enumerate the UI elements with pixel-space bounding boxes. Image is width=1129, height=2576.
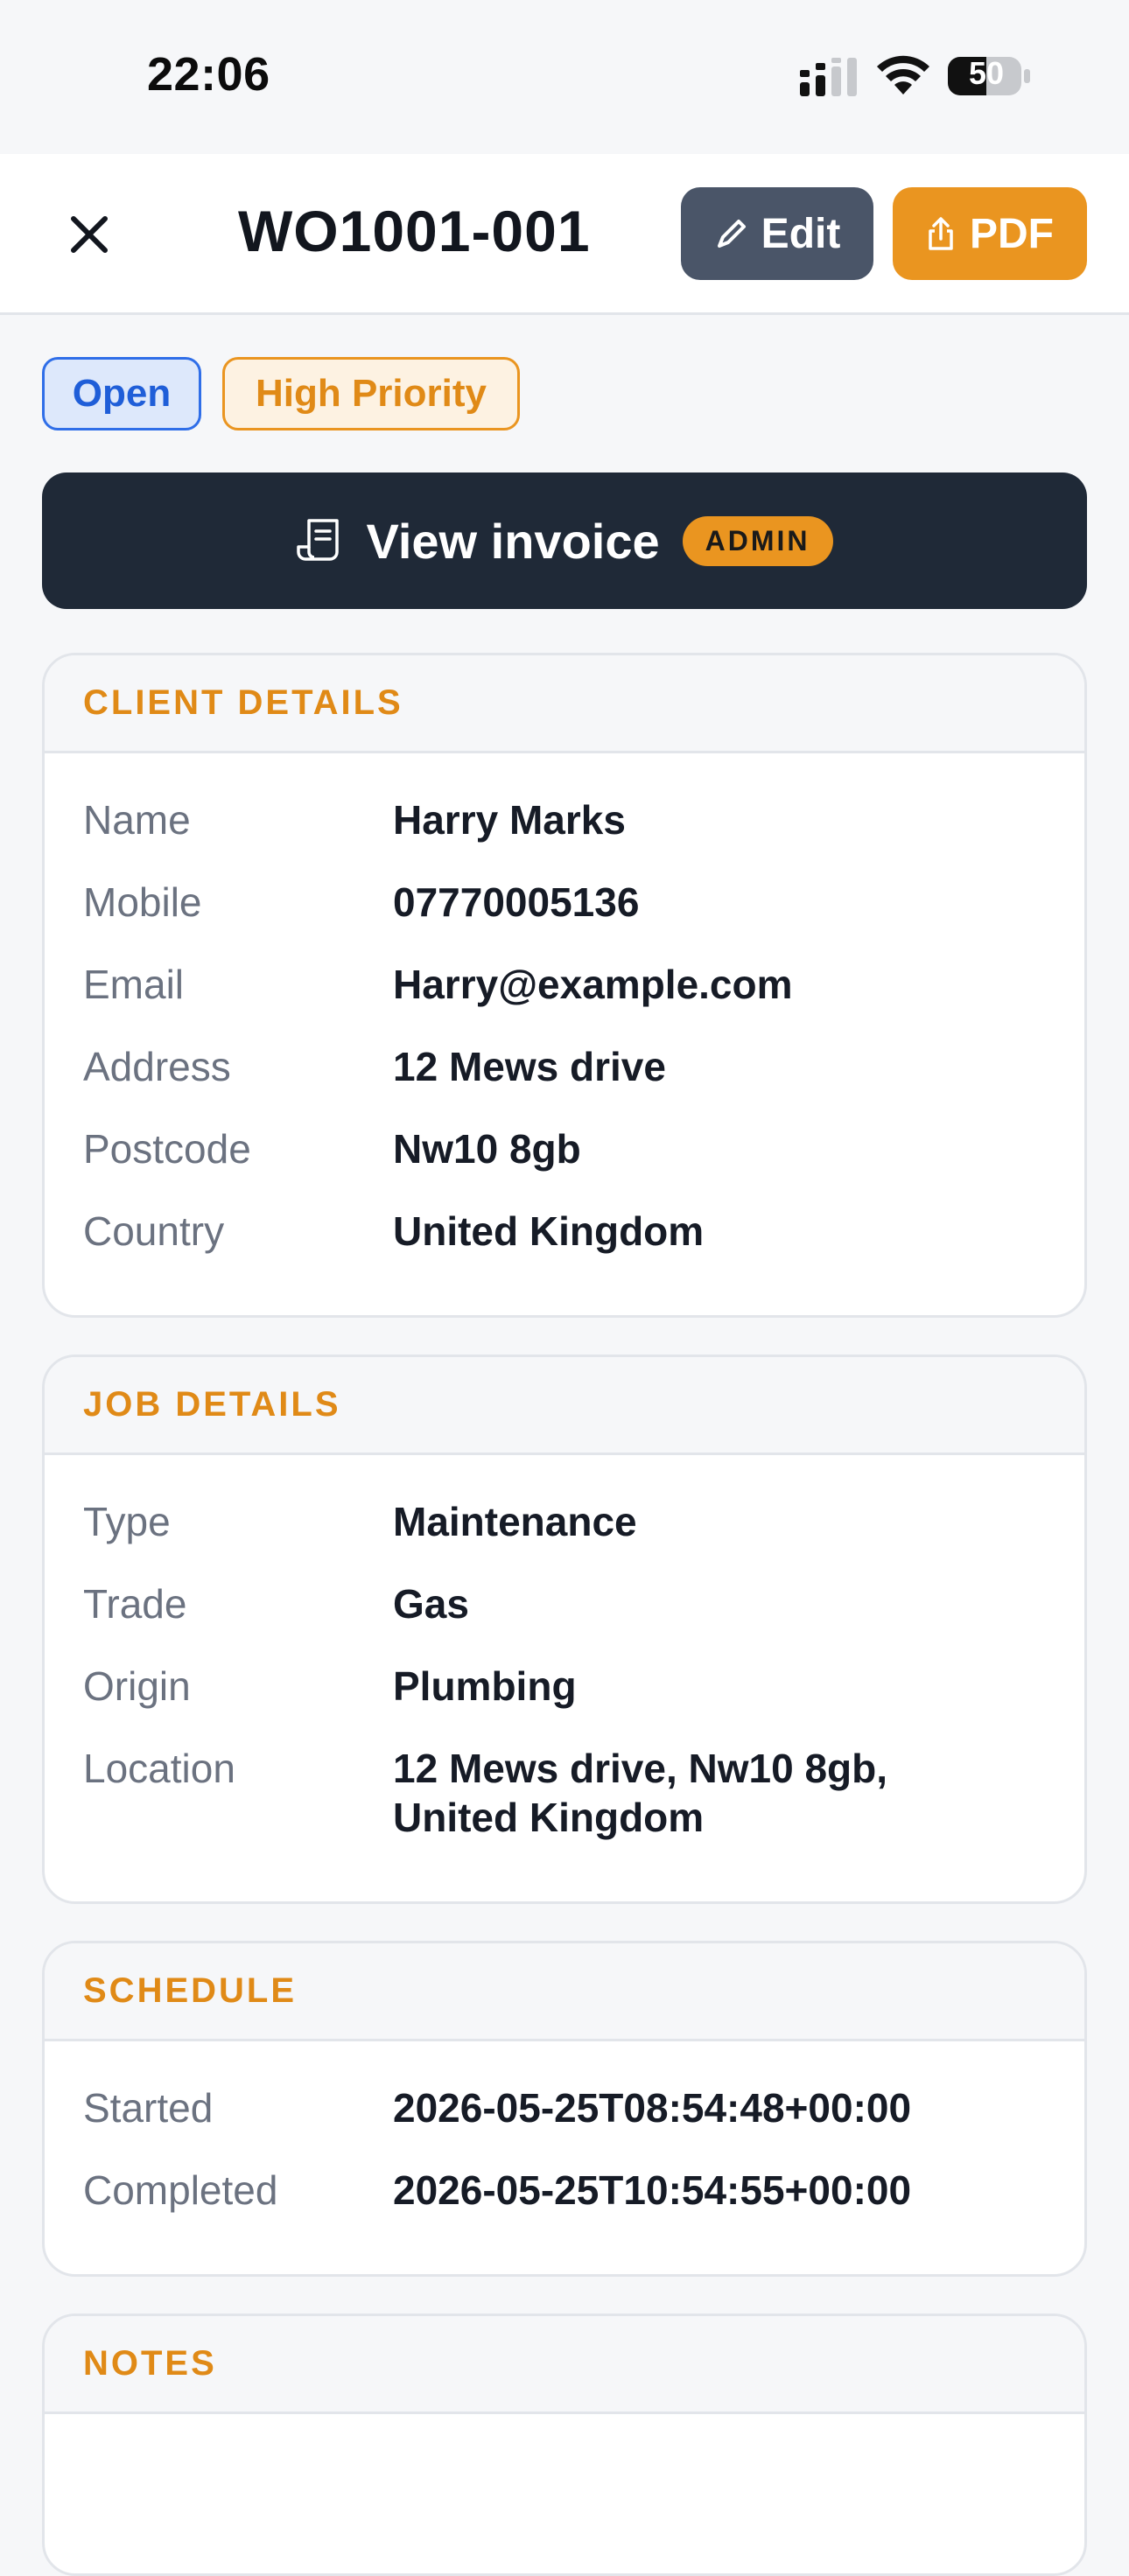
edit-button[interactable]: Edit	[681, 187, 873, 280]
receipt-icon	[296, 519, 339, 561]
battery-level: 50	[968, 55, 1005, 91]
schedule-card: SCHEDULE Started 2026-05-25T08:54:48+00:…	[42, 1941, 1087, 2277]
notes-card: NOTES	[42, 2314, 1087, 2576]
row-value: 2026-05-25T08:54:48+00:00	[393, 2085, 912, 2131]
row-key: Started	[83, 2085, 214, 2131]
row-value: Harry Marks	[393, 797, 626, 843]
client-row-mobile: Mobile 07770005136	[83, 878, 1046, 927]
row-value: 07770005136	[393, 879, 640, 925]
row-key: Mobile	[83, 879, 202, 925]
row-value: 2026-05-25T10:54:55+00:00	[393, 2167, 912, 2213]
row-key: Origin	[83, 1663, 191, 1709]
pdf-button-label: PDF	[970, 210, 1054, 257]
page-title: WO1001-001	[238, 199, 591, 263]
priority-badge: High Priority	[222, 357, 520, 430]
status-bar: 22:06 50	[0, 0, 1129, 154]
row-key: Trade	[83, 1581, 187, 1627]
client-details-card: CLIENT DETAILS Name Harry Marks Mobile 0…	[42, 653, 1087, 1318]
client-row-postcode: Postcode Nw10 8gb	[83, 1124, 1046, 1173]
edit-button-label: Edit	[761, 210, 841, 257]
location-line-2: United Kingdom	[393, 1795, 705, 1840]
job-details-card: JOB DETAILS Type Maintenance Trade Gas O…	[42, 1354, 1087, 1904]
row-value: Nw10 8gb	[393, 1126, 581, 1172]
wifi-icon	[877, 55, 929, 94]
schedule-row-started: Started 2026-05-25T08:54:48+00:00	[83, 2083, 1046, 2132]
client-row-name: Name Harry Marks	[83, 795, 1046, 844]
row-value: Gas	[393, 1581, 469, 1627]
location-line-1: 12 Mews drive, Nw10 8gb,	[393, 1746, 888, 1791]
pdf-button[interactable]: PDF	[893, 187, 1087, 280]
notes-title: NOTES	[83, 2344, 217, 2383]
client-row-country: Country United Kingdom	[83, 1207, 1046, 1256]
row-value: 12 Mews drive	[393, 1044, 666, 1089]
job-row-trade: Trade Gas	[83, 1579, 1046, 1628]
status-time: 22:06	[147, 48, 270, 101]
job-details-title: JOB DETAILS	[83, 1385, 341, 1424]
schedule-row-completed: Completed 2026-05-25T10:54:55+00:00	[83, 2166, 1046, 2215]
view-invoice-button[interactable]: View invoice ADMIN	[42, 472, 1087, 609]
header: WO1001-001 Edit PDF	[0, 154, 1129, 315]
row-key: Location	[83, 1746, 235, 1791]
schedule-header: SCHEDULE	[45, 1943, 1084, 2041]
notes-header: NOTES	[45, 2316, 1084, 2414]
job-details-header: JOB DETAILS	[45, 1357, 1084, 1455]
client-row-address: Address 12 Mews drive	[83, 1042, 1046, 1091]
schedule-title: SCHEDULE	[83, 1971, 298, 2010]
row-key: Email	[83, 962, 185, 1007]
status-badge: Open	[42, 357, 201, 430]
job-row-location: Location 12 Mews drive, Nw10 8gb, United…	[83, 1744, 1046, 1842]
client-details-header: CLIENT DETAILS	[45, 655, 1084, 753]
row-value: United Kingdom	[393, 1208, 705, 1254]
cellular-signal-icon	[800, 58, 857, 96]
job-row-type: Type Maintenance	[83, 1497, 1046, 1546]
pencil-icon	[717, 220, 746, 248]
row-key: Type	[83, 1499, 171, 1544]
share-icon	[929, 217, 953, 250]
row-value: 12 Mews drive, Nw10 8gb, United Kingdom	[393, 1744, 887, 1842]
row-key: Address	[83, 1044, 231, 1089]
admin-tag: ADMIN	[682, 515, 833, 566]
client-details-title: CLIENT DETAILS	[83, 683, 403, 722]
row-value: Harry@example.com	[393, 962, 793, 1007]
row-key: Completed	[83, 2167, 278, 2213]
row-key: Name	[83, 797, 191, 843]
close-icon	[71, 216, 108, 253]
close-button[interactable]	[53, 198, 126, 271]
client-row-email: Email Harry@example.com	[83, 960, 1046, 1009]
view-invoice-label: View invoice	[366, 513, 660, 569]
row-value: Maintenance	[393, 1499, 637, 1544]
job-row-origin: Origin Plumbing	[83, 1662, 1046, 1711]
row-key: Postcode	[83, 1126, 251, 1172]
row-key: Country	[83, 1208, 225, 1254]
row-value: Plumbing	[393, 1663, 577, 1709]
